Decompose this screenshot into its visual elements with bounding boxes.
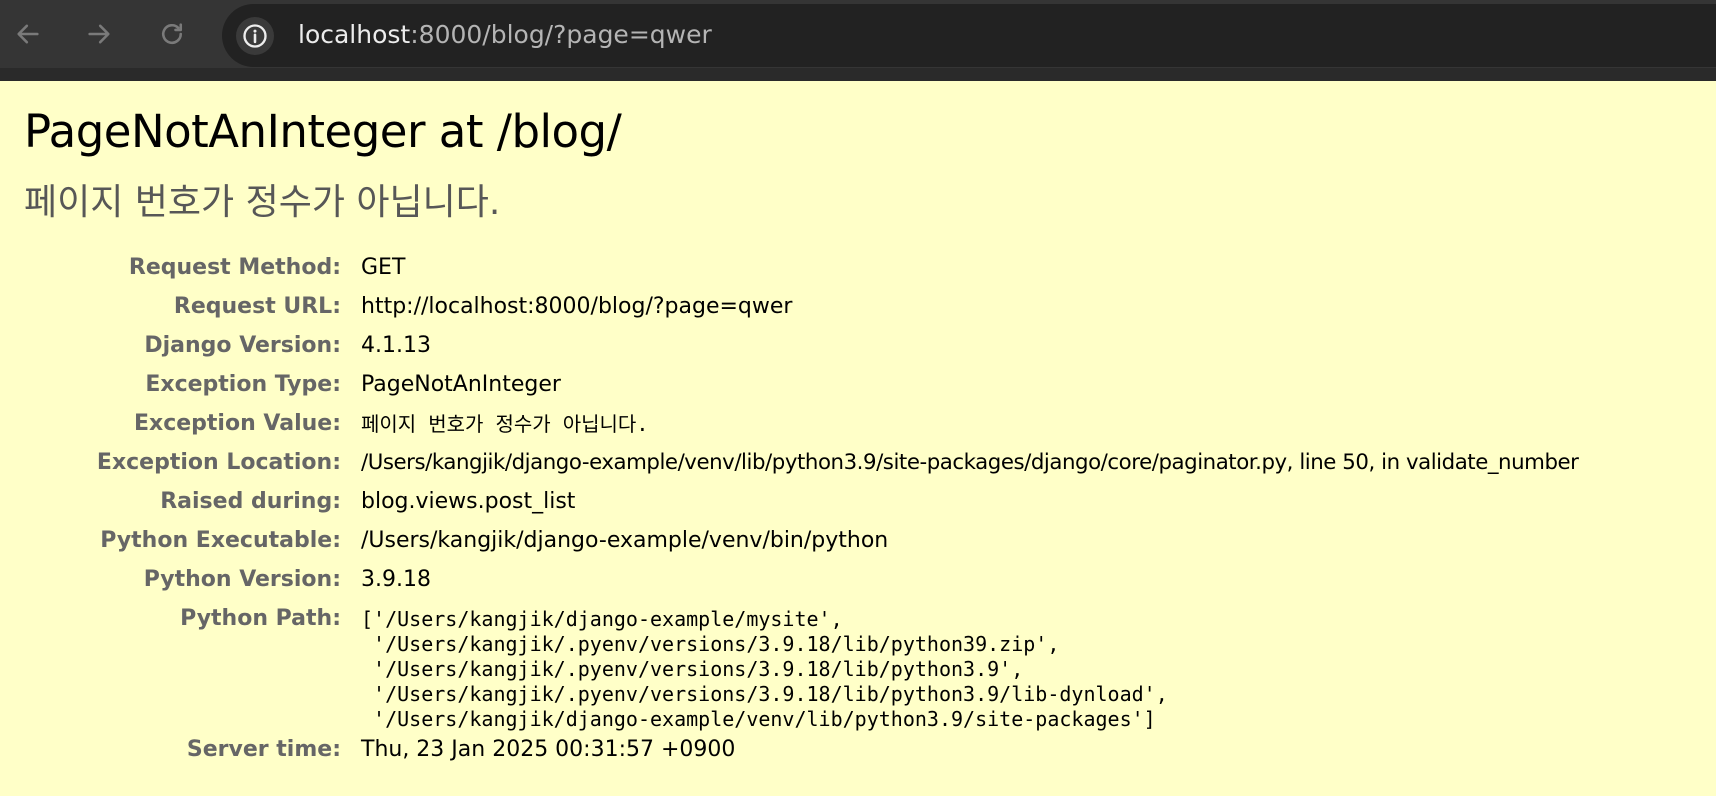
arrow-right-icon bbox=[88, 24, 110, 44]
meta-value: GET bbox=[361, 255, 406, 280]
url-host: localhost bbox=[298, 20, 411, 49]
meta-label: Python Path: bbox=[180, 606, 341, 631]
meta-value: /Users/kangjik/django-example/venv/lib/p… bbox=[361, 450, 1579, 475]
meta-value: PageNotAnInteger bbox=[361, 372, 561, 397]
exception-message: 페이지 번호가 정수가 아닙니다. bbox=[24, 182, 501, 223]
meta-row-python-path: Python Path: ['/Users/kangjik/django-exa… bbox=[0, 603, 1716, 731]
meta-row-request-method: Request Method: GET bbox=[0, 252, 1716, 291]
meta-label: Exception Value: bbox=[133, 411, 341, 436]
forward-button[interactable] bbox=[79, 14, 119, 54]
meta-row-python-version: Python Version: 3.9.18 bbox=[0, 564, 1716, 603]
meta-row-exception-type: Exception Type: PageNotAnInteger bbox=[0, 369, 1716, 408]
url-path: :8000/blog/?page=qwer bbox=[410, 20, 712, 49]
page-title: PageNotAnInteger at /blog/ bbox=[24, 105, 622, 158]
python-path-list: ['/Users/kangjik/django-example/mysite',… bbox=[361, 607, 1168, 731]
meta-row-raised-during: Raised during: blog.views.post_list bbox=[0, 486, 1716, 525]
meta-row-django-version: Django Version: 4.1.13 bbox=[0, 330, 1716, 369]
info-circle-icon bbox=[243, 24, 267, 48]
meta-label: Raised during: bbox=[160, 489, 341, 514]
meta-label: Server time: bbox=[186, 737, 341, 762]
meta-value: 4.1.13 bbox=[361, 333, 431, 358]
meta-value: http://localhost:8000/blog/?page=qwer bbox=[361, 294, 793, 319]
meta-value: /Users/kangjik/django-example/venv/bin/p… bbox=[361, 528, 889, 553]
meta-row-python-executable: Python Executable: /Users/kangjik/django… bbox=[0, 525, 1716, 564]
address-bar[interactable]: localhost:8000/blog/?page=qwer bbox=[222, 4, 1716, 67]
meta-value: 페이지 번호가 정수가 아닙니다. bbox=[361, 412, 649, 436]
reload-icon bbox=[162, 23, 183, 45]
browser-toolbar: localhost:8000/blog/?page=qwer bbox=[0, 0, 1716, 81]
meta-row-server-time: Server time: Thu, 23 Jan 2025 00:31:57 +… bbox=[0, 734, 1716, 773]
meta-row-exception-location: Exception Location: /Users/kangjik/djang… bbox=[0, 447, 1716, 486]
meta-row-request-url: Request URL: http://localhost:8000/blog/… bbox=[0, 291, 1716, 330]
site-info-button[interactable] bbox=[236, 17, 274, 55]
back-button[interactable] bbox=[8, 14, 48, 54]
meta-value: 3.9.18 bbox=[361, 567, 431, 592]
meta-value: blog.views.post_list bbox=[361, 489, 576, 514]
meta-label: Exception Type: bbox=[145, 372, 341, 397]
meta-label: Python Executable: bbox=[100, 528, 341, 553]
toolbar-divider bbox=[0, 68, 1716, 81]
meta-label: Request URL: bbox=[173, 294, 341, 319]
meta-value: Thu, 23 Jan 2025 00:31:57 +0900 bbox=[361, 737, 736, 762]
meta-row-exception-value: Exception Value: 페이지 번호가 정수가 아닙니다. bbox=[0, 408, 1716, 447]
reload-button[interactable] bbox=[152, 14, 192, 54]
meta-label: Exception Location: bbox=[96, 450, 341, 475]
meta-label: Python Version: bbox=[143, 567, 341, 592]
url-text[interactable]: localhost:8000/blog/?page=qwer bbox=[298, 19, 712, 51]
meta-label: Request Method: bbox=[128, 255, 341, 280]
meta-label: Django Version: bbox=[144, 333, 341, 358]
error-page: PageNotAnInteger at /blog/ 페이지 번호가 정수가 아… bbox=[0, 81, 1716, 796]
arrow-left-icon bbox=[17, 24, 39, 44]
